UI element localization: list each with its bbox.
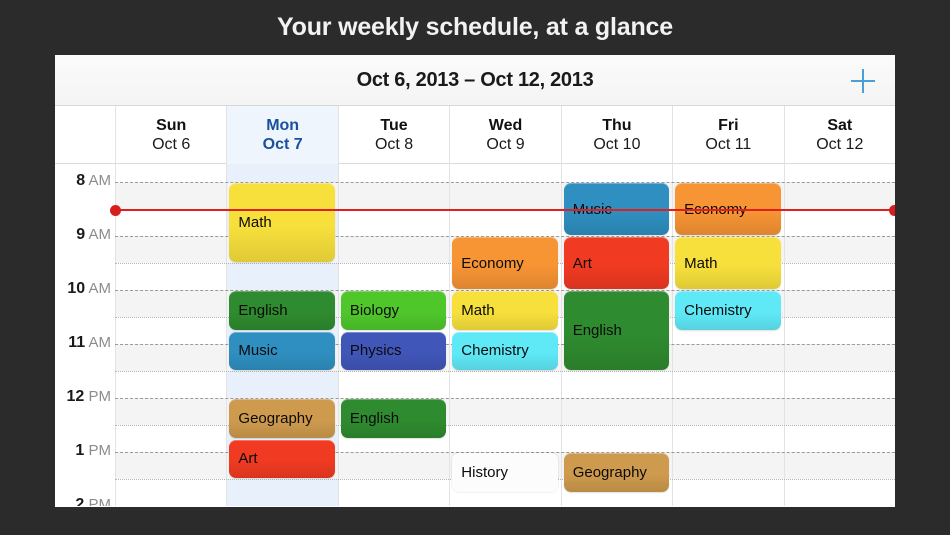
day-header-row: Sun Oct 6 Mon Oct 7 Tue Oct 8 Wed Oct 9 Thu Oct 1… [55, 106, 895, 164]
day-of-week-label: Thu [602, 117, 632, 134]
event-title: Physics [349, 342, 402, 360]
day-header-sat[interactable]: Sat Oct 12 [783, 106, 895, 164]
column-separator [783, 164, 785, 506]
day-header-tue[interactable]: Tue Oct 8 [337, 106, 449, 164]
time-period-label: PM [84, 496, 111, 506]
event-title: Economy [461, 254, 524, 272]
current-time-indicator [110, 205, 895, 216]
time-hour-number: 1 [75, 442, 85, 459]
column-separator [560, 164, 562, 506]
time-label: 1 PM [55, 442, 111, 460]
event-block[interactable]: Math [229, 183, 335, 262]
day-header-mon[interactable]: Mon Oct 7 [226, 106, 337, 164]
event-block[interactable]: English [340, 399, 447, 438]
event-block[interactable]: Chemistry [452, 331, 558, 370]
add-event-button[interactable] [845, 63, 881, 99]
event-block[interactable]: English [563, 291, 670, 370]
time-label: 8 AM [55, 172, 111, 190]
event-block[interactable]: Art [229, 439, 335, 478]
plus-icon-vertical [862, 69, 864, 93]
time-period-label: AM [85, 172, 111, 189]
panel-bottom-clip [0, 507, 950, 535]
column-separator [672, 164, 674, 506]
event-block[interactable]: Economy [452, 237, 558, 289]
event-block[interactable]: Geography [563, 453, 670, 492]
time-hour-number: 12 [66, 388, 85, 405]
time-hour-number: 10 [67, 280, 86, 297]
day-header-sun[interactable]: Sun Oct 6 [115, 106, 226, 164]
time-period-label: AM [85, 280, 111, 297]
date-range-title: Oct 6, 2013 – Oct 12, 2013 [356, 69, 594, 91]
event-title: Math [461, 301, 495, 319]
event-block[interactable]: History [452, 453, 558, 492]
event-title: Music [238, 342, 278, 360]
day-of-week-label: Wed [488, 117, 523, 134]
event-title: English [349, 409, 400, 427]
event-title: English [572, 322, 622, 339]
time-label: 9 AM [55, 226, 111, 244]
day-header-wed[interactable]: Wed Oct 9 [449, 106, 560, 164]
page-title: Your weekly schedule, at a glance [277, 13, 673, 41]
day-header-thu[interactable]: Thu Oct 10 [560, 106, 672, 164]
day-of-week-label: Fri [718, 117, 739, 134]
event-block[interactable]: Math [452, 291, 558, 330]
event-title: Geography [238, 409, 313, 427]
time-label: 10 AM [55, 280, 111, 298]
day-of-week-label: Sun [156, 117, 187, 134]
day-date-label: Oct 11 [705, 136, 752, 153]
day-date-label: Oct 10 [593, 136, 641, 153]
time-period-label: AM [85, 226, 111, 243]
event-title: Chemistry [684, 301, 752, 319]
event-block[interactable]: English [229, 291, 335, 330]
calendar-panel: Oct 6, 2013 – Oct 12, 2013 Sun Oct 6 Mon Oc… [55, 55, 895, 507]
column-separator [449, 164, 451, 506]
time-hour-number: 2 [75, 496, 85, 506]
event-title: Math [684, 254, 718, 272]
time-period-label: PM [84, 442, 111, 459]
day-of-week-label: Mon [266, 117, 300, 134]
day-date-label: Oct 6 [152, 136, 191, 153]
current-time-dot-left [110, 205, 121, 216]
event-title: English [238, 301, 288, 319]
current-time-dot-right [889, 205, 895, 216]
time-label: 11 AM [55, 334, 111, 352]
event-block[interactable]: Geography [229, 399, 335, 438]
time-period-label: AM [85, 334, 111, 351]
event-title: Art [238, 450, 258, 468]
time-hour-number: 11 [68, 334, 86, 351]
day-of-week-label: Tue [380, 117, 408, 134]
day-date-label: Oct 12 [816, 136, 864, 153]
event-block[interactable]: Math [675, 237, 781, 289]
day-date-label: Oct 7 [262, 136, 303, 153]
time-label: 2 PM [55, 496, 111, 506]
day-date-label: Oct 9 [486, 136, 525, 153]
event-title: History [461, 463, 508, 481]
event-title: Biology [349, 301, 400, 319]
calendar-header: Oct 6, 2013 – Oct 12, 2013 [55, 55, 895, 106]
event-block[interactable]: Physics [340, 331, 447, 370]
event-title: Chemistry [461, 342, 529, 360]
day-date-label: Oct 8 [374, 136, 414, 153]
time-hour-number: 9 [76, 226, 86, 243]
event-title: Math [238, 214, 272, 231]
time-hour-number: 8 [76, 172, 86, 189]
column-separator [337, 164, 339, 506]
time-label: 12 PM [55, 388, 111, 406]
time-period-label: PM [84, 388, 111, 405]
half-hour-gridline [115, 371, 895, 372]
event-block[interactable]: Art [563, 237, 670, 289]
day-header-fri[interactable]: Fri Oct 11 [672, 106, 783, 164]
column-separator [226, 164, 228, 506]
event-title: Art [572, 254, 592, 272]
event-title: Geography [572, 463, 647, 481]
day-of-week-label: Sat [827, 117, 853, 134]
event-block[interactable]: Music [229, 331, 335, 370]
event-block[interactable]: Chemistry [675, 291, 781, 330]
event-block[interactable]: Biology [340, 291, 447, 330]
calendar-grid: 8 AM 9 AM 10 AM 11 AM 12 PM 1 PM 2 PM Math Engli… [55, 164, 895, 506]
